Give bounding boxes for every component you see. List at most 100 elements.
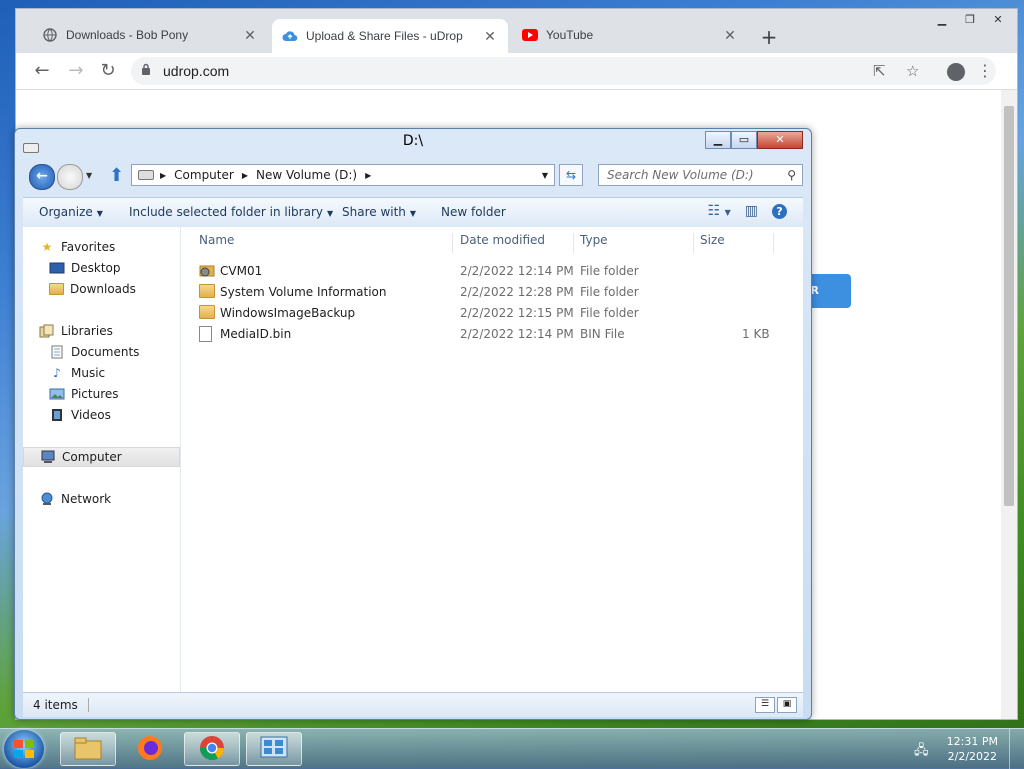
tab-title: Downloads - Bob Pony <box>66 28 189 42</box>
page-scrollbar[interactable] <box>1001 90 1017 719</box>
lock-icon <box>141 63 151 79</box>
chrome-icon <box>198 734 226 765</box>
desktop-icon <box>49 261 65 275</box>
minimize-button[interactable]: ▁ <box>929 11 955 29</box>
nav-desktop[interactable]: Desktop <box>23 258 180 278</box>
tab-downloads-bob-pony[interactable]: Downloads - Bob Pony ✕ <box>32 19 268 51</box>
new-tab-button[interactable]: + <box>756 25 782 51</box>
breadcrumb-arrow-icon[interactable]: ▶ <box>242 171 248 180</box>
column-header-size[interactable]: Size <box>694 233 774 253</box>
explorer-window-controls: ▁ ▭ ✕ <box>705 131 803 149</box>
start-button[interactable] <box>4 730 44 768</box>
nav-libraries[interactable]: Libraries <box>23 321 180 341</box>
show-desktop-button[interactable] <box>1009 729 1024 769</box>
organize-button[interactable]: Organize ▼ <box>39 205 103 219</box>
nav-videos[interactable]: Videos <box>23 405 180 425</box>
command-bar: Organize ▼ Include selected folder in lib… <box>23 197 803 229</box>
file-row-cvm01[interactable]: CVM01 2/2/2022 12:14 PM File folder <box>193 261 783 282</box>
bookmark-star-icon[interactable]: ☆ <box>906 62 919 80</box>
maximize-button[interactable]: ▭ <box>731 131 757 149</box>
status-bar: 4 items ☰ ▣ <box>23 692 803 717</box>
close-tab-icon[interactable]: ✕ <box>482 28 498 45</box>
tab-title: YouTube <box>546 28 594 42</box>
youtube-icon <box>522 27 538 43</box>
close-button[interactable]: ✕ <box>757 131 803 149</box>
breadcrumb-arrow-icon[interactable]: ▶ <box>160 171 166 180</box>
change-view-icon[interactable]: ☷ ▼ <box>708 203 731 219</box>
url-text: udrop.com <box>163 63 230 79</box>
pictures-icon <box>49 387 65 401</box>
share-icon[interactable]: ⇱ <box>873 62 886 80</box>
menu-kebab-icon[interactable]: ⋮ <box>977 61 993 80</box>
large-icons-view-icon[interactable]: ▣ <box>777 697 797 713</box>
maximize-button[interactable]: ❐ <box>957 11 983 29</box>
view-controls: ☷ ▼ ▥ ? <box>708 203 787 219</box>
nav-pictures[interactable]: Pictures <box>23 384 180 404</box>
computer-icon <box>40 450 56 464</box>
nav-favorites[interactable]: ★ Favorites <box>23 237 180 257</box>
recent-pages-dropdown-icon[interactable]: ▼ <box>86 171 92 180</box>
file-row-system-volume-information[interactable]: System Volume Information 2/2/2022 12:28… <box>193 282 783 303</box>
search-icon[interactable]: ⚲ <box>787 165 796 185</box>
share-with-button[interactable]: Share with ▼ <box>342 205 416 219</box>
refresh-icon[interactable]: ⇆ <box>559 164 583 186</box>
clock[interactable]: 12:31 PM 2/2/2022 <box>947 734 998 764</box>
nav-network[interactable]: Network <box>23 489 180 509</box>
profile-avatar-icon[interactable] <box>947 63 965 81</box>
nav-music[interactable]: ♪ Music <box>23 363 180 383</box>
browser-toolbar: ← → ↻ udrop.com ⇱ ☆ ⋮ <box>16 53 1017 90</box>
music-icon: ♪ <box>53 366 61 380</box>
reload-icon[interactable]: ↻ <box>96 59 120 83</box>
window-title: D:\ <box>402 133 424 149</box>
close-button[interactable]: ✕ <box>985 11 1011 29</box>
forward-arrow-icon[interactable]: → <box>64 59 88 83</box>
drive-icon <box>138 170 154 180</box>
close-tab-icon[interactable]: ✕ <box>722 27 738 44</box>
file-row-windowsimagebackup[interactable]: WindowsImageBackup 2/2/2022 12:15 PM Fil… <box>193 303 783 324</box>
breadcrumb-computer[interactable]: Computer <box>174 168 234 182</box>
nav-computer[interactable]: Computer <box>23 447 180 467</box>
tab-udrop[interactable]: Upload & Share Files - uDrop ✕ <box>272 19 508 53</box>
scrollbar-thumb[interactable] <box>1004 106 1014 506</box>
explorer-content: ★ Favorites Desktop Downloads Libraries D… <box>23 227 803 693</box>
tab-title: Upload & Share Files - uDrop <box>306 29 463 43</box>
close-tab-icon[interactable]: ✕ <box>242 27 258 44</box>
preview-pane-icon[interactable]: ▥ <box>745 203 758 219</box>
search-placeholder: Search New Volume (D:) <box>607 168 754 182</box>
globe-icon <box>42 27 58 43</box>
taskbar-firefox[interactable] <box>122 732 178 766</box>
file-explorer-icon <box>73 735 103 764</box>
back-arrow-icon[interactable]: ← <box>30 59 54 83</box>
taskbar: 🖧 12:31 PM 2/2/2022 <box>0 728 1024 769</box>
details-view-icon[interactable]: ☰ <box>755 697 775 713</box>
up-arrow-icon[interactable]: ⬆ <box>109 165 124 186</box>
file-list: Name Date modified Type Size CVM01 2/2/2… <box>181 227 803 693</box>
include-in-library-button[interactable]: Include selected folder in library ▼ <box>129 205 333 219</box>
nav-documents[interactable]: Documents <box>23 342 180 362</box>
breadcrumb-new-volume[interactable]: New Volume (D:) <box>256 168 357 182</box>
libraries-icon <box>39 324 55 338</box>
system-tray: 🖧 12:31 PM 2/2/2022 <box>904 729 1024 769</box>
clock-time: 12:31 PM <box>946 735 998 748</box>
file-row-mediaid-bin[interactable]: MediaID.bin 2/2/2022 12:14 PM BIN File 1… <box>193 324 783 345</box>
address-bar[interactable]: ▶ Computer ▶ New Volume (D:) ▶ ▼ <box>131 164 555 186</box>
forward-button[interactable] <box>57 164 83 190</box>
tab-youtube[interactable]: YouTube ✕ <box>512 19 748 51</box>
minimize-button[interactable]: ▁ <box>705 131 731 149</box>
column-header-date[interactable]: Date modified <box>454 233 574 253</box>
address-dropdown-icon[interactable]: ▼ <box>542 171 548 180</box>
taskbar-explorer[interactable] <box>60 732 116 766</box>
back-button[interactable]: ← <box>29 164 55 190</box>
taskbar-control-panel[interactable] <box>246 732 302 766</box>
help-icon[interactable]: ? <box>772 203 787 219</box>
search-input[interactable]: Search New Volume (D:) ⚲ <box>598 164 803 186</box>
folder-icon <box>199 305 215 319</box>
nav-downloads[interactable]: Downloads <box>23 279 180 299</box>
network-tray-icon[interactable]: 🖧 <box>914 741 929 763</box>
address-bar[interactable]: udrop.com ⇱ ☆ <box>131 57 996 85</box>
breadcrumb-arrow-icon[interactable]: ▶ <box>365 171 371 180</box>
new-folder-button[interactable]: New folder <box>441 205 506 219</box>
column-header-type[interactable]: Type <box>574 233 694 253</box>
taskbar-chrome[interactable] <box>184 732 240 766</box>
column-header-name[interactable]: Name <box>193 233 453 253</box>
